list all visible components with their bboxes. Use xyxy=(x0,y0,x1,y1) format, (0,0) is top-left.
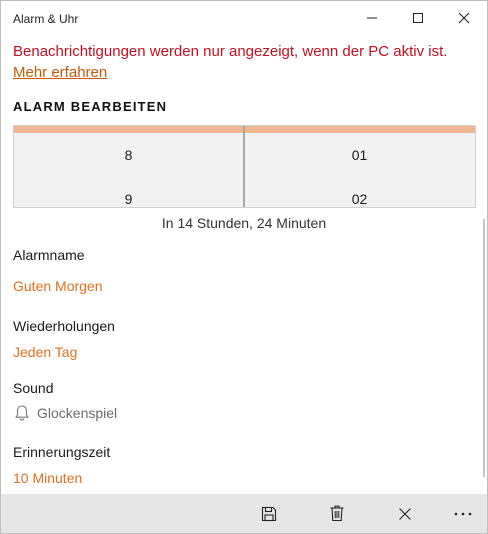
close-icon xyxy=(399,507,411,520)
sound-label: Sound xyxy=(13,380,54,396)
repeat-dropdown[interactable]: Jeden Tag xyxy=(13,344,77,360)
minute-picker[interactable]: 01 02 xyxy=(245,133,474,207)
minute-value-selected[interactable]: 01 xyxy=(245,147,474,163)
sound-dropdown[interactable]: Glockenspiel xyxy=(13,404,117,422)
bell-icon xyxy=(15,405,29,421)
page-title: ALARM BEARBEITEN xyxy=(13,99,168,114)
snooze-dropdown[interactable]: 10 Minuten xyxy=(13,470,82,486)
close-icon xyxy=(458,12,470,24)
scrollbar[interactable] xyxy=(483,219,485,477)
hour-picker[interactable]: 8 9 xyxy=(14,133,243,207)
learn-more-link[interactable]: Mehr erfahren xyxy=(13,62,107,83)
hour-value-next[interactable]: 9 xyxy=(14,191,243,207)
more-options-button[interactable] xyxy=(441,494,485,533)
alarm-name-label: Alarmname xyxy=(13,247,85,263)
cancel-button[interactable] xyxy=(383,494,427,533)
notification-warning: Benachrichtigungen werden nur angezeigt,… xyxy=(13,41,475,83)
maximize-icon xyxy=(413,13,423,23)
app-bar xyxy=(1,494,487,533)
repeat-label: Wiederholungen xyxy=(13,318,115,334)
maximize-button[interactable] xyxy=(395,1,441,35)
delete-button[interactable] xyxy=(315,494,359,533)
time-until-alarm: In 14 Stunden, 24 Minuten xyxy=(161,215,327,231)
time-picker[interactable]: 8 9 01 02 xyxy=(13,125,476,208)
alarm-name-field[interactable]: Guten Morgen xyxy=(13,278,103,294)
minute-value-next[interactable]: 02 xyxy=(245,191,474,207)
minimize-button[interactable] xyxy=(349,1,395,35)
hour-value-selected[interactable]: 8 xyxy=(14,147,243,163)
snooze-label: Erinnerungszeit xyxy=(13,444,111,460)
app-window: Alarm & Uhr Benachrichtigungen werden nu… xyxy=(0,0,488,534)
more-icon xyxy=(454,512,472,515)
delete-icon xyxy=(330,505,344,522)
title-bar[interactable]: Alarm & Uhr xyxy=(1,1,487,35)
sound-value: Glockenspiel xyxy=(37,405,118,421)
minimize-icon xyxy=(367,17,377,19)
window-title: Alarm & Uhr xyxy=(13,12,79,26)
save-button[interactable] xyxy=(247,494,291,533)
notification-text: Benachrichtigungen werden nur angezeigt,… xyxy=(13,43,448,60)
close-window-button[interactable] xyxy=(441,1,487,35)
save-icon xyxy=(261,506,277,521)
